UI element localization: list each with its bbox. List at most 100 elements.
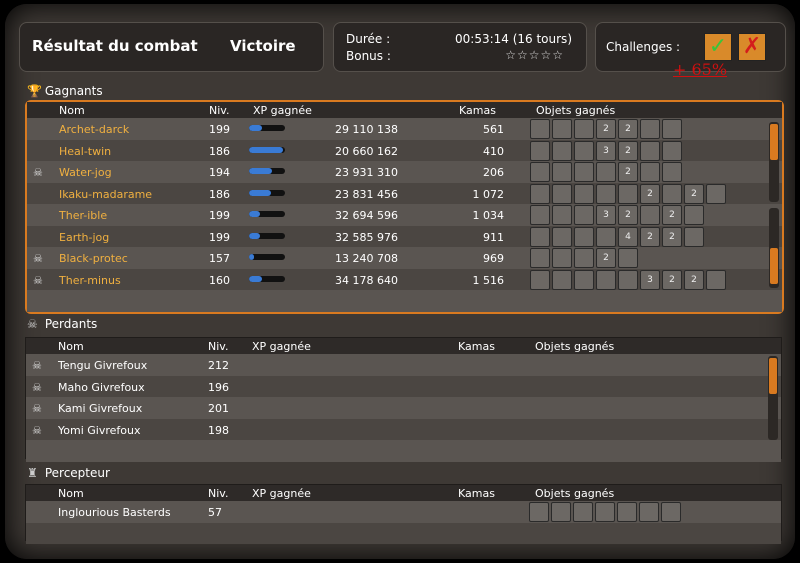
item-icon[interactable]: [552, 162, 572, 182]
losers-row[interactable]: ☠ Yomi Givrefoux 198: [26, 418, 781, 440]
item-icon[interactable]: [530, 162, 550, 182]
player-name[interactable]: Ther-ible: [59, 209, 107, 222]
item-icon[interactable]: [574, 183, 594, 204]
col-items[interactable]: Objets gagnés: [535, 487, 614, 500]
item-icon[interactable]: [639, 502, 659, 522]
item-icon[interactable]: [574, 140, 594, 161]
item-icon[interactable]: 3: [596, 140, 616, 161]
item-icon[interactable]: 2: [662, 226, 682, 247]
col-items[interactable]: Objets gagnés: [535, 340, 614, 353]
item-icon[interactable]: [596, 183, 616, 204]
col-level[interactable]: Niv.: [208, 340, 228, 353]
col-xp[interactable]: XP gagnée: [252, 487, 311, 500]
item-icon[interactable]: [662, 119, 682, 139]
col-kamas[interactable]: Kamas: [458, 487, 495, 500]
item-icon[interactable]: 2: [618, 140, 638, 161]
col-name[interactable]: Nom: [58, 340, 84, 353]
player-name[interactable]: Heal-twin: [59, 145, 111, 158]
col-kamas[interactable]: Kamas: [459, 104, 496, 117]
item-icon[interactable]: [617, 502, 637, 522]
winners-row[interactable]: Heal-twin 186 20 660 162 410 3 2: [27, 139, 782, 161]
challenge-failed-icon[interactable]: ✗: [738, 33, 766, 61]
item-icon[interactable]: 2: [662, 269, 682, 290]
item-icon[interactable]: 3: [596, 205, 616, 225]
col-kamas[interactable]: Kamas: [458, 340, 495, 353]
item-icon[interactable]: [596, 269, 616, 290]
item-icon[interactable]: [640, 205, 660, 225]
item-icon[interactable]: [530, 205, 550, 225]
item-icon[interactable]: [552, 183, 572, 204]
player-name[interactable]: Inglourious Basterds: [58, 506, 171, 519]
winners-row[interactable]: Ikaku-madarame 186 23 831 456 1 072 2 2: [27, 182, 782, 204]
col-xp[interactable]: XP gagnée: [252, 340, 311, 353]
item-icon[interactable]: 2: [684, 183, 704, 204]
player-name[interactable]: Earth-jog: [59, 231, 109, 244]
winners-row[interactable]: Archet-darck 199 29 110 138 561 2 2: [27, 118, 782, 140]
player-name[interactable]: Ikaku-madarame: [59, 188, 152, 201]
item-icon[interactable]: 2: [662, 205, 682, 225]
item-icon[interactable]: [596, 226, 616, 247]
player-name[interactable]: Tengu Givrefoux: [58, 359, 147, 372]
collector-row[interactable]: Inglourious Basterds 57: [26, 501, 781, 523]
winners-row[interactable]: Earth-jog 199 32 585 976 911 4 2 2: [27, 225, 782, 247]
item-icon[interactable]: [573, 502, 593, 522]
item-icon[interactable]: [552, 119, 572, 139]
challenge-success-icon[interactable]: ✓: [704, 33, 732, 61]
winners-row[interactable]: ☠ Black-protec 157 13 240 708 969 2: [27, 247, 782, 269]
item-icon[interactable]: [529, 502, 549, 522]
item-icon[interactable]: 2: [596, 248, 616, 268]
item-icon[interactable]: [661, 502, 681, 522]
item-icon[interactable]: [574, 269, 594, 290]
col-items[interactable]: Objets gagnés: [536, 104, 615, 117]
item-icon[interactable]: [574, 162, 594, 182]
player-name[interactable]: Water-jog: [59, 166, 112, 179]
item-icon[interactable]: 2: [640, 226, 660, 247]
item-icon[interactable]: [530, 226, 550, 247]
item-icon[interactable]: [706, 183, 726, 204]
losers-row[interactable]: ☠ Kami Givrefoux 201: [26, 397, 781, 419]
col-name[interactable]: Nom: [59, 104, 85, 117]
item-icon[interactable]: [530, 183, 550, 204]
player-name[interactable]: Archet-darck: [59, 123, 129, 136]
item-icon[interactable]: 2: [618, 162, 638, 182]
player-name[interactable]: Maho Givrefoux: [58, 381, 145, 394]
item-icon[interactable]: [552, 248, 572, 268]
winners-scrollbar[interactable]: [769, 122, 779, 202]
winners-row[interactable]: ☠ Water-jog 194 23 931 310 206 2: [27, 161, 782, 183]
item-icon[interactable]: [618, 269, 638, 290]
item-icon[interactable]: [640, 140, 660, 161]
item-icon[interactable]: [684, 205, 704, 225]
item-icon[interactable]: [662, 140, 682, 161]
item-icon[interactable]: 2: [640, 183, 660, 204]
item-icon[interactable]: [640, 162, 660, 182]
item-icon[interactable]: [552, 140, 572, 161]
item-icon[interactable]: 3: [640, 269, 660, 290]
losers-row[interactable]: ☠ Tengu Givrefoux 212: [26, 354, 781, 376]
item-icon[interactable]: [551, 502, 571, 522]
item-icon[interactable]: [530, 140, 550, 161]
item-icon[interactable]: [618, 248, 638, 268]
player-name[interactable]: Kami Givrefoux: [58, 402, 142, 415]
col-name[interactable]: Nom: [58, 487, 84, 500]
col-level[interactable]: Niv.: [208, 487, 228, 500]
item-icon[interactable]: [552, 226, 572, 247]
item-icon[interactable]: [574, 205, 594, 225]
winners-row[interactable]: Ther-ible 199 32 694 596 1 034 3 2 2: [27, 204, 782, 226]
item-icon[interactable]: [684, 226, 704, 247]
player-name[interactable]: Ther-minus: [59, 274, 121, 287]
item-icon[interactable]: [530, 269, 550, 290]
winners-row[interactable]: ☠ Ther-minus 160 34 178 640 1 516 3 2 2: [27, 268, 782, 290]
item-icon[interactable]: [552, 205, 572, 225]
item-icon[interactable]: 2: [618, 205, 638, 225]
col-level[interactable]: Niv.: [209, 104, 229, 117]
item-icon[interactable]: [574, 119, 594, 139]
winners-scrollbar-lower[interactable]: [769, 208, 779, 288]
item-icon[interactable]: [618, 183, 638, 204]
item-icon[interactable]: [640, 119, 660, 139]
player-name[interactable]: Black-protec: [59, 252, 128, 265]
item-icon[interactable]: 2: [684, 269, 704, 290]
item-icon[interactable]: [552, 269, 572, 290]
item-icon[interactable]: [574, 248, 594, 268]
item-icon[interactable]: 2: [596, 119, 616, 139]
item-icon[interactable]: [662, 162, 682, 182]
